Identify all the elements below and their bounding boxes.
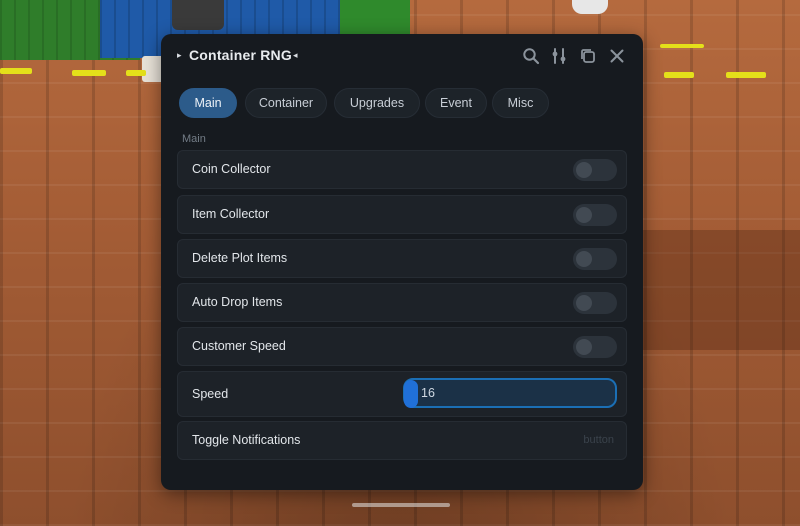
toggle-row-item-collector[interactable]: Item Collector xyxy=(177,195,627,234)
title-left-arrow-icon: ▸ xyxy=(177,50,182,60)
row-label: Item Collector xyxy=(192,207,270,221)
tab-event[interactable]: Event xyxy=(425,88,487,118)
search-icon[interactable] xyxy=(520,45,542,67)
background-shadow xyxy=(640,230,800,350)
text-cursor-handle[interactable] xyxy=(404,380,418,408)
toggle-row-delete-plot-items[interactable]: Delete Plot Items xyxy=(177,239,627,278)
background-marker xyxy=(0,68,32,74)
toggle-knob xyxy=(576,162,592,178)
tab-container[interactable]: Container xyxy=(245,88,327,118)
toggle-knob xyxy=(576,207,592,223)
background-marker xyxy=(72,70,106,76)
background-object xyxy=(572,0,608,14)
tune-icon[interactable] xyxy=(548,45,570,67)
toggle-row-coin-collector[interactable]: Coin Collector xyxy=(177,150,627,189)
row-label: Speed xyxy=(192,387,229,401)
row-label: Auto Drop Items xyxy=(192,295,283,309)
coin-collector-toggle[interactable] xyxy=(573,159,617,181)
toggle-row-auto-drop-items[interactable]: Auto Drop Items xyxy=(177,283,627,322)
script-window: ▸ Container RNG ◂ Main Container Upgrade… xyxy=(161,34,643,490)
game-viewport: ▸ Container RNG ◂ Main Container Upgrade… xyxy=(0,0,800,526)
row-label: Customer Speed xyxy=(192,339,286,353)
copy-icon[interactable] xyxy=(577,45,599,67)
window-title: Container RNG xyxy=(189,47,292,63)
input-row-speed: Speed xyxy=(177,371,627,417)
delete-plot-items-toggle[interactable] xyxy=(573,248,617,270)
tab-upgrades[interactable]: Upgrades xyxy=(334,88,420,118)
title-right-arrow-icon[interactable]: ◂ xyxy=(293,48,298,62)
customer-speed-toggle[interactable] xyxy=(573,336,617,358)
toggle-knob xyxy=(576,295,592,311)
row-label: Coin Collector xyxy=(192,162,271,176)
button-row-toggle-notifications[interactable]: Toggle Notifications button xyxy=(177,421,627,460)
background-marker xyxy=(660,44,704,48)
home-indicator[interactable] xyxy=(352,503,450,507)
speed-input[interactable] xyxy=(403,378,617,408)
row-label: Toggle Notifications xyxy=(192,433,301,447)
toggle-notifications-button[interactable]: button xyxy=(583,422,614,459)
close-icon[interactable] xyxy=(606,45,628,67)
toggle-row-customer-speed[interactable]: Customer Speed xyxy=(177,327,627,366)
row-label: Delete Plot Items xyxy=(192,251,288,265)
background-marker xyxy=(126,70,146,76)
tab-main[interactable]: Main xyxy=(179,88,237,118)
toggle-knob xyxy=(576,339,592,355)
background-green-strip xyxy=(340,0,410,36)
toggle-knob xyxy=(576,251,592,267)
background-character xyxy=(172,0,224,30)
tab-misc[interactable]: Misc xyxy=(492,88,549,118)
title-bar[interactable]: ▸ Container RNG ◂ xyxy=(161,34,643,78)
auto-drop-items-toggle[interactable] xyxy=(573,292,617,314)
item-collector-toggle[interactable] xyxy=(573,204,617,226)
section-header: Main xyxy=(182,133,206,145)
background-marker xyxy=(726,72,766,78)
background-marker xyxy=(664,72,694,78)
